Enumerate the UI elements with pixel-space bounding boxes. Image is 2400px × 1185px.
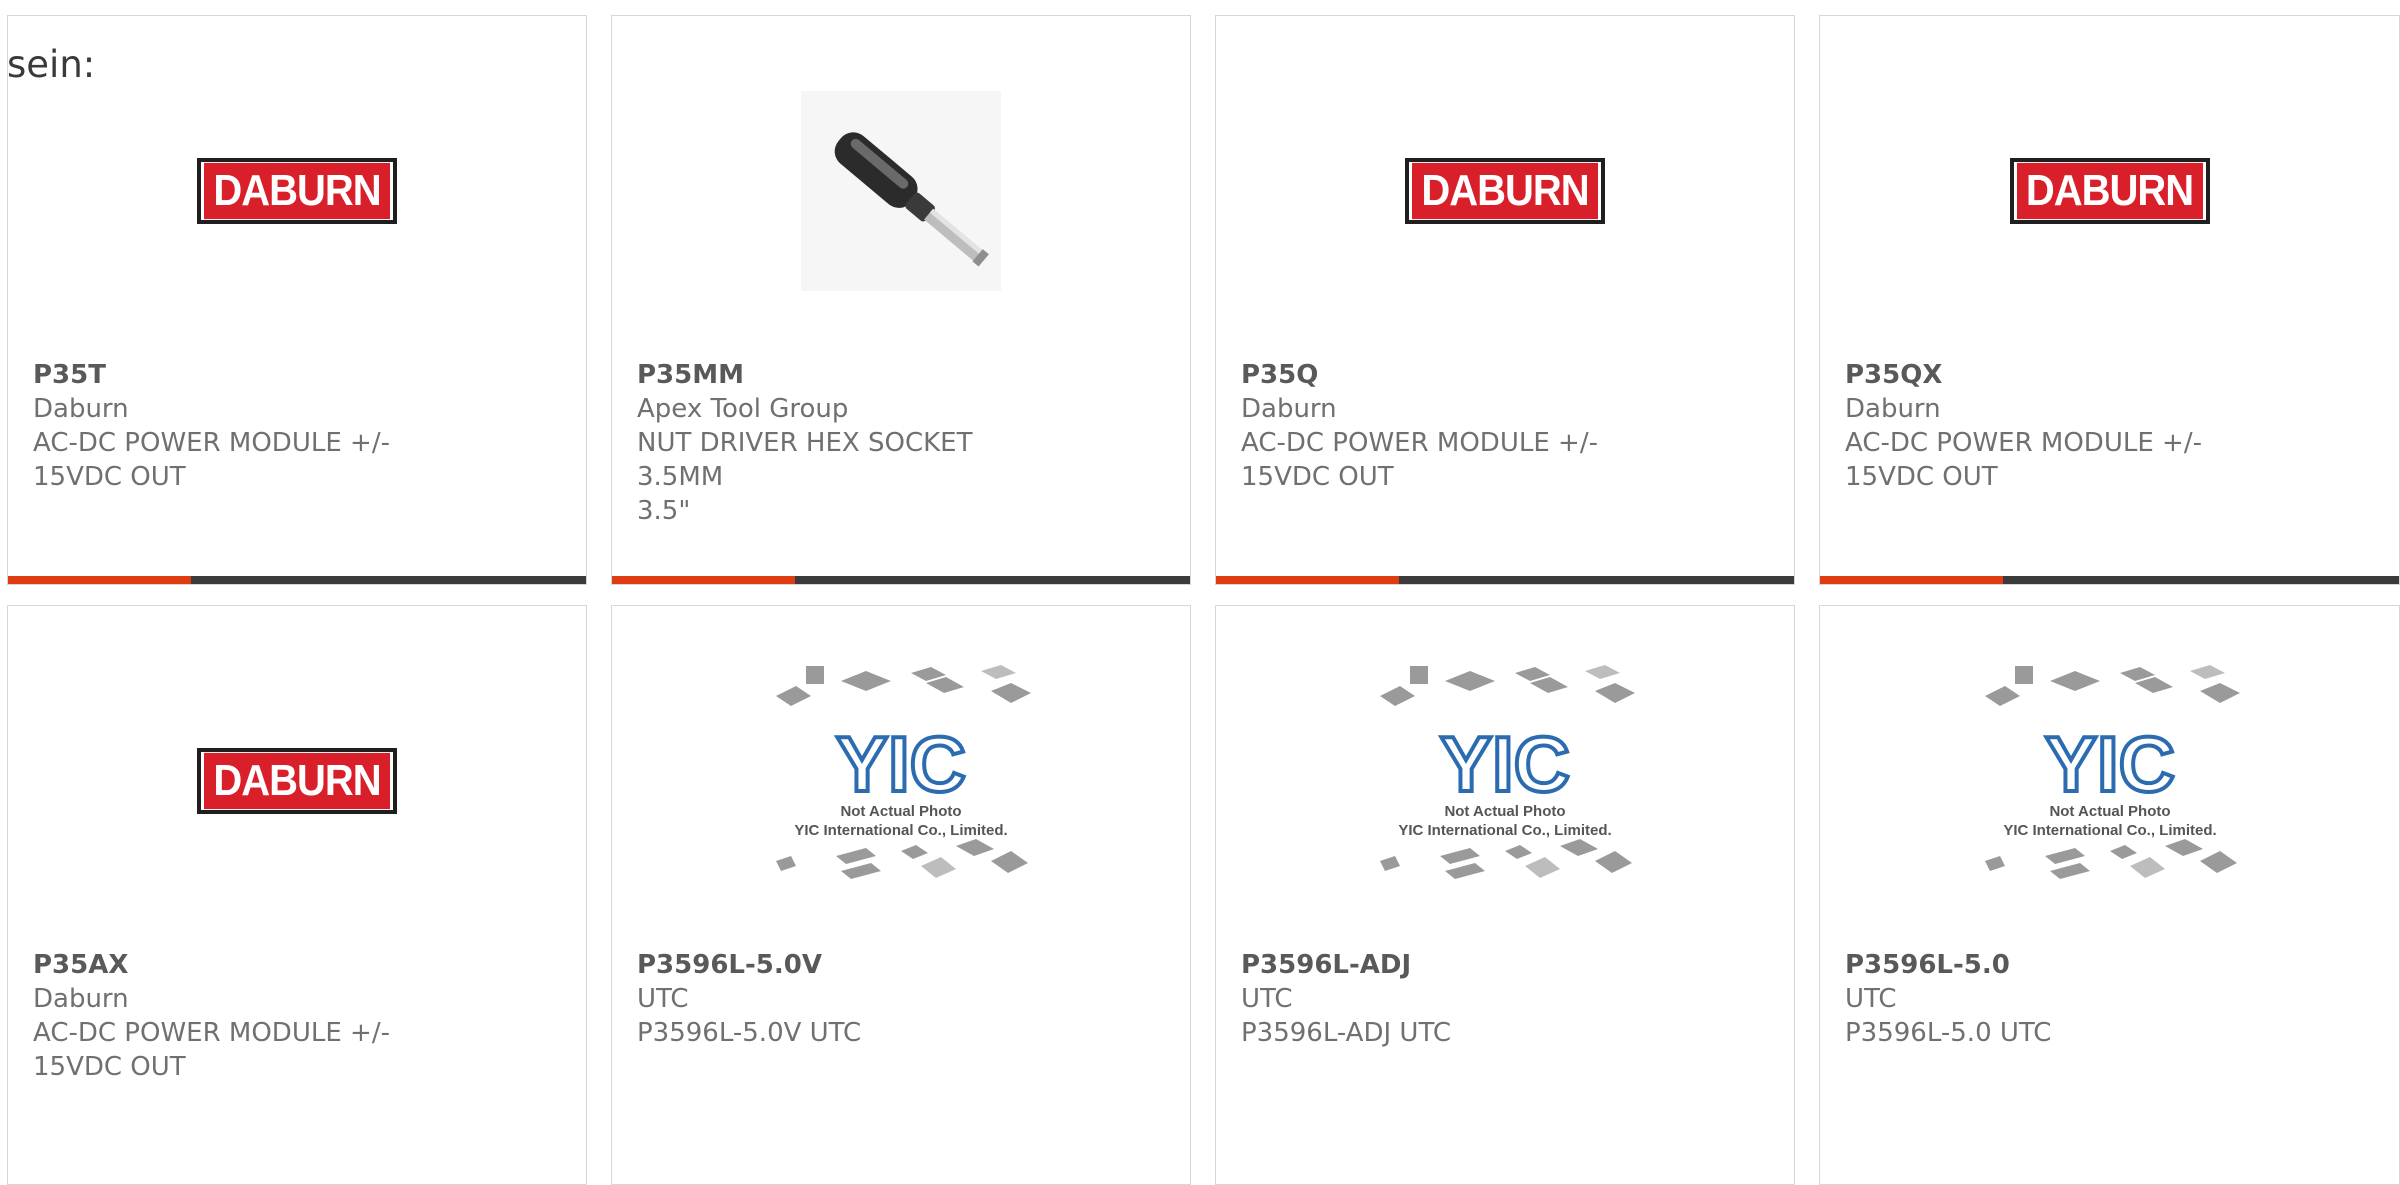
- card-bar: [8, 576, 586, 584]
- nut-driver-photo: [801, 91, 1001, 291]
- part-number[interactable]: P35Q: [1241, 358, 1661, 392]
- not-actual-photo-placeholder: YIC Not Actual Photo YIC International C…: [776, 665, 1031, 879]
- description-line: 3.5": [637, 496, 691, 526]
- description-line: AC-DC POWER MODULE +/-: [33, 1018, 390, 1048]
- not-actual-photo-placeholder: YIC Not Actual Photo YIC International C…: [1380, 665, 1635, 879]
- daburn-logo: DABURN: [197, 748, 397, 814]
- svg-text:Not Actual Photo: Not Actual Photo: [2049, 803, 2170, 820]
- svg-text:YIC International Co., Limited: YIC International Co., Limited.: [794, 822, 1007, 839]
- not-actual-photo-placeholder: YIC Not Actual Photo YIC International C…: [1984, 665, 2240, 879]
- manufacturer: Daburn: [33, 394, 129, 424]
- description-line: P3596L-5.0V UTC: [637, 1018, 862, 1048]
- daburn-logo: DABURN: [2009, 158, 2210, 224]
- part-number[interactable]: P35MM: [637, 358, 1057, 392]
- manufacturer: Daburn: [33, 984, 129, 1014]
- svg-text:YIC: YIC: [2044, 720, 2174, 808]
- product-card[interactable]: DABURN P35AX Daburn AC-DC POWER MODULE +…: [7, 605, 587, 1185]
- manufacturer: UTC: [1845, 984, 1897, 1014]
- truncated-heading-text: sein:: [7, 43, 96, 86]
- product-card[interactable]: YIC Not Actual Photo YIC International C…: [1215, 605, 1795, 1185]
- card-bar-accent: [612, 576, 795, 584]
- product-image[interactable]: DABURN: [1216, 71, 1794, 311]
- description-line: AC-DC POWER MODULE +/-: [1241, 428, 1598, 458]
- product-card[interactable]: YIC Not Actual Photo YIC International C…: [611, 605, 1191, 1185]
- product-image[interactable]: DABURN: [1820, 71, 2399, 311]
- description-line: AC-DC POWER MODULE +/-: [33, 428, 390, 458]
- card-bar-accent: [1216, 576, 1399, 584]
- part-number[interactable]: P3596L-ADJ: [1241, 948, 1661, 982]
- daburn-logo: DABURN: [1405, 158, 1605, 224]
- part-number[interactable]: P35AX: [33, 948, 453, 982]
- svg-text:YIC: YIC: [1440, 720, 1570, 808]
- card-bar-accent: [8, 576, 191, 584]
- svg-text:YIC International Co., Limited: YIC International Co., Limited.: [2003, 822, 2216, 839]
- product-image[interactable]: DABURN: [8, 71, 586, 311]
- product-image[interactable]: [612, 71, 1190, 311]
- part-number[interactable]: P3596L-5.0V: [637, 948, 1057, 982]
- card-bar: [1820, 576, 2399, 584]
- svg-text:YIC International Co., Limited: YIC International Co., Limited.: [1398, 822, 1611, 839]
- description-line: 15VDC OUT: [33, 1052, 186, 1082]
- card-bar: [612, 576, 1190, 584]
- part-number[interactable]: P3596L-5.0: [1845, 948, 2265, 982]
- product-image[interactable]: YIC Not Actual Photo YIC International C…: [1216, 661, 1794, 901]
- product-image[interactable]: YIC Not Actual Photo YIC International C…: [612, 661, 1190, 901]
- daburn-logo: DABURN: [197, 158, 397, 224]
- product-card[interactable]: P35MM Apex Tool Group NUT DRIVER HEX SOC…: [611, 15, 1191, 585]
- svg-text:Not Actual Photo: Not Actual Photo: [1444, 803, 1565, 820]
- description-line: P3596L-5.0 UTC: [1845, 1018, 2052, 1048]
- part-number[interactable]: P35QX: [1845, 358, 2265, 392]
- description-line: 15VDC OUT: [1241, 462, 1394, 492]
- manufacturer: Daburn: [1845, 394, 1941, 424]
- card-bar-accent: [1820, 576, 2003, 584]
- description-line: P3596L-ADJ UTC: [1241, 1018, 1451, 1048]
- description-line: NUT DRIVER HEX SOCKET 3.5MM: [637, 428, 973, 492]
- manufacturer: Daburn: [1241, 394, 1337, 424]
- product-card[interactable]: DABURN P35T Daburn AC-DC POWER MODULE +/…: [7, 15, 587, 585]
- manufacturer: UTC: [1241, 984, 1293, 1014]
- manufacturer: Apex Tool Group: [637, 394, 849, 424]
- svg-text:Not Actual Photo: Not Actual Photo: [840, 803, 961, 820]
- part-number[interactable]: P35T: [33, 358, 453, 392]
- description-line: AC-DC POWER MODULE +/-: [1845, 428, 2202, 458]
- product-image[interactable]: DABURN: [8, 661, 586, 901]
- product-image[interactable]: YIC Not Actual Photo YIC International C…: [1820, 661, 2399, 901]
- description-line: 15VDC OUT: [1845, 462, 1998, 492]
- manufacturer: UTC: [637, 984, 689, 1014]
- product-card[interactable]: DABURN P35QX Daburn AC-DC POWER MODULE +…: [1819, 15, 2400, 585]
- product-card[interactable]: DABURN P35Q Daburn AC-DC POWER MODULE +/…: [1215, 15, 1795, 585]
- description-line: 15VDC OUT: [33, 462, 186, 492]
- svg-text:YIC: YIC: [836, 720, 966, 808]
- product-card[interactable]: YIC Not Actual Photo YIC International C…: [1819, 605, 2400, 1185]
- card-bar: [1216, 576, 1794, 584]
